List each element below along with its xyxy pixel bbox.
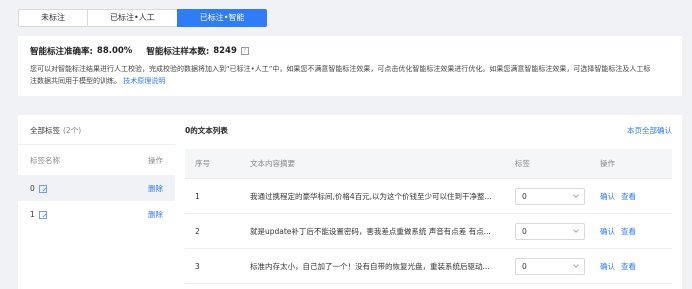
- chevron-down-icon: [573, 262, 579, 268]
- stats-line: 智能标注准确率: 88.00% 智能标注样本数: 8249 ?: [30, 45, 670, 57]
- col-op: 操作: [600, 159, 615, 168]
- chevron-down-icon: [573, 192, 579, 198]
- tag-select[interactable]: 0: [515, 187, 585, 205]
- description-line-2: 注数据共同用于模型的训练。: [30, 77, 121, 85]
- table-row: 2 就是update补丁后不能设置密码，害我差点重做系统 声音有点差 有点...…: [185, 214, 672, 249]
- label-panel-header: 全部标签 (2个): [18, 115, 175, 145]
- row-no: 2: [195, 226, 200, 236]
- label-item[interactable]: 1 删除: [18, 201, 175, 227]
- tab-bar: 未标注 已标注•人工 已标注•智能: [18, 9, 268, 27]
- text-table: 序号 文本内容摘要 标签 操作 1 我通过携程定的豪华标间,价格4百元,以为这个…: [185, 149, 672, 284]
- row-text: 我通过携程定的豪华标间,价格4百元,以为这个价钱至少可以住到干净整...: [250, 191, 492, 201]
- label-item[interactable]: 0 删除: [18, 175, 175, 201]
- delete-button[interactable]: 删除: [148, 183, 163, 194]
- info-panel: 智能标注准确率: 88.00% 智能标注样本数: 8249 ? 您可以对智能标注…: [18, 36, 682, 96]
- col-summary: 文本内容摘要: [250, 159, 295, 168]
- col-label-name: 标签名称: [30, 155, 60, 165]
- table-row: 1 我通过携程定的豪华标间,价格4百元,以为这个价钱至少可以住到干净整... 0…: [185, 179, 672, 214]
- confirm-all-button[interactable]: 本页全部确认: [627, 125, 672, 135]
- row-text: 就是update补丁后不能设置密码，害我差点重做系统 声音有点差 有点...: [250, 226, 491, 236]
- row-no: 1: [195, 191, 200, 201]
- tab-unlabeled[interactable]: 未标注: [18, 9, 88, 27]
- label-count: (2个): [63, 126, 82, 135]
- tag-select[interactable]: 0: [515, 257, 585, 275]
- table-header: 序号 文本内容摘要 标签 操作: [185, 149, 672, 179]
- chevron-down-icon: [573, 227, 579, 233]
- edit-icon[interactable]: [38, 184, 47, 193]
- sample-value: 8249: [213, 46, 237, 56]
- delete-button[interactable]: 删除: [148, 209, 163, 220]
- edit-icon[interactable]: [38, 210, 47, 219]
- confirm-button[interactable]: 确认: [600, 227, 615, 236]
- text-list-panel: 0的文本列表 本页全部确认 序号 文本内容摘要 标签 操作 1 我通过携程定的豪…: [175, 115, 682, 289]
- description: 您可以对智能标注结果进行人工校验，完成校验的数据将加入到“已标注•人工”中，如果…: [30, 63, 670, 87]
- col-label-op: 操作: [148, 155, 163, 165]
- text-list-header: 0的文本列表 本页全部确认: [175, 115, 682, 145]
- tag-select[interactable]: 0: [515, 222, 585, 240]
- tag-select-value: 0: [522, 261, 527, 271]
- col-tag: 标签: [515, 159, 530, 168]
- col-no: 序号: [195, 159, 210, 168]
- label-table-header: 标签名称 操作: [18, 145, 175, 175]
- label-panel-title: 全部标签: [30, 126, 60, 135]
- accuracy-value: 88.00%: [96, 46, 133, 56]
- table-row: 3 标准内存太小，自己加了一个！没有自带的恢复光盘，重装系统后驱动... 0 确…: [185, 249, 672, 284]
- tab-labeled-smart[interactable]: 已标注•智能: [176, 9, 268, 27]
- row-no: 3: [195, 261, 200, 271]
- description-line-1: 您可以对智能标注结果进行人工校验，完成校验的数据将加入到“已标注•人工”中，如果…: [30, 65, 651, 73]
- confirm-button[interactable]: 确认: [600, 262, 615, 271]
- view-button[interactable]: 查看: [621, 227, 636, 236]
- label-item-name: 0: [30, 183, 35, 193]
- tab-labeled-manual[interactable]: 已标注•人工: [87, 9, 178, 27]
- text-list-title: 0的文本列表: [185, 126, 228, 135]
- label-item-name: 1: [30, 209, 35, 219]
- view-button[interactable]: 查看: [621, 262, 636, 271]
- label-panel: 全部标签 (2个) 标签名称 操作 0 删除 1 删除: [18, 115, 175, 289]
- tag-select-value: 0: [522, 226, 527, 236]
- row-text: 标准内存太小，自己加了一个！没有自带的恢复光盘，重装系统后驱动...: [250, 261, 490, 271]
- tag-select-value: 0: [522, 191, 527, 201]
- accuracy-label: 智能标注准确率:: [30, 47, 93, 57]
- tech-principle-link[interactable]: 技术原理说明: [123, 77, 165, 85]
- sample-label: 智能标注样本数:: [146, 47, 210, 57]
- help-icon[interactable]: ?: [240, 47, 249, 55]
- view-button[interactable]: 查看: [621, 192, 636, 201]
- confirm-button[interactable]: 确认: [600, 192, 615, 201]
